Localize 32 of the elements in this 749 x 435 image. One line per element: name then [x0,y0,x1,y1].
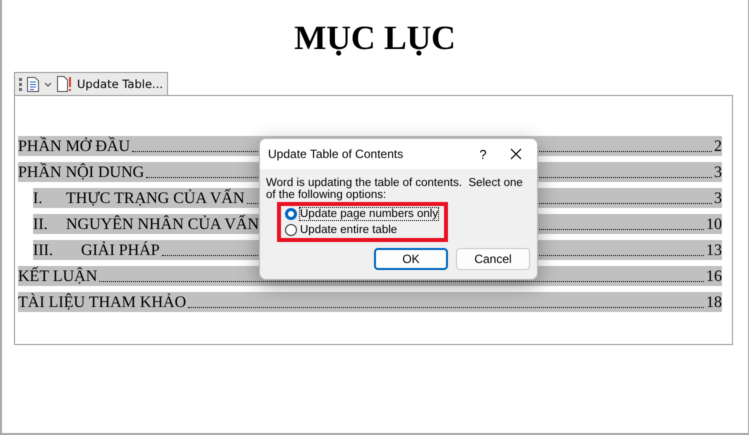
page-number: 3 [714,190,722,208]
page-number: 18 [706,294,722,312]
toc-entry: GIẢI PHÁP [80,242,160,260]
update-document-icon[interactable] [57,76,72,92]
dialog-button[interactable]: Cancel [456,248,530,270]
document-icon[interactable] [27,76,39,92]
page-number: 13 [706,242,722,260]
dialog-title: Update Table of Contents [268,147,404,161]
option-label[interactable]: Update entire table [300,224,398,236]
page-number: 3 [714,164,722,182]
option-label[interactable]: Update page numbers only [300,208,438,220]
entry-number: II. [33,216,49,234]
document-title: MỤC LỤC [294,20,456,58]
toc-entry: PHẦN MỞ ĐẦU [18,138,130,156]
dialog-button[interactable]: OK [374,248,448,270]
grip-icon[interactable] [19,77,22,91]
page-number: 16 [706,268,722,286]
toc-entry: KẾT LUẬN [18,268,98,286]
toc-entry: PHẦN NỘI DUNG [18,164,144,182]
page-number: 10 [706,216,722,234]
toc-entry: NGUYÊN NHÂN CỦA VẤN [66,216,260,234]
radio-button[interactable] [285,224,297,236]
toc-entry: TÀI LIỆU THAM KHẢO [18,294,186,312]
update-table-button[interactable]: Update Table... [77,77,164,91]
entry-number: I. [33,190,44,208]
radio-button[interactable] [285,208,297,220]
page-number: 2 [714,138,722,156]
entry-number: III. [33,242,54,260]
caret-icon[interactable] [44,82,52,86]
dialog-message: Word is updating the table of contents. Select one of the following options: [266,177,524,201]
toc-entry: THỰC TRẠNG CỦA VẤN [66,190,245,208]
help-button[interactable]: ? [465,146,501,162]
